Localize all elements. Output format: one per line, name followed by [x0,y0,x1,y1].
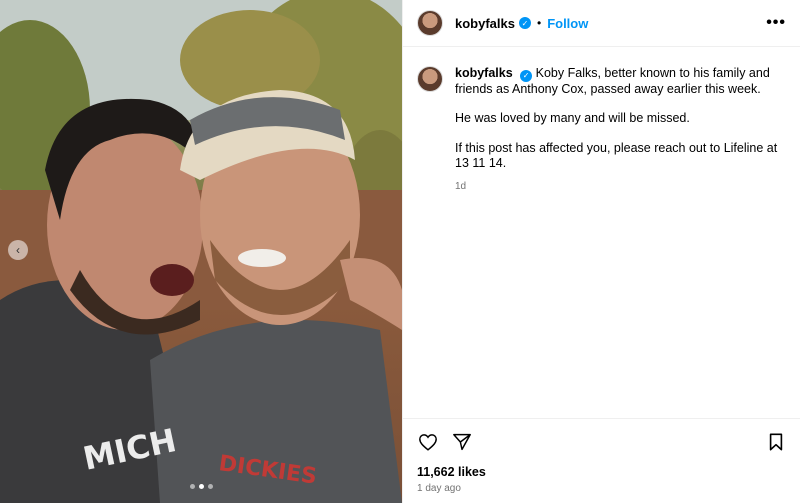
caption-text-3: If this post has affected you, please re… [455,140,778,171]
caption-timestamp: 1d [455,180,467,192]
carousel-prev-button[interactable]: ‹ [8,240,28,260]
bookmark-icon [769,433,783,451]
heart-icon [419,434,437,451]
caption-avatar[interactable] [417,66,443,92]
photo-illustration: MICH DICKIES [0,0,402,503]
header-username[interactable]: kobyfalks [455,16,515,31]
post-media[interactable]: MICH DICKIES ‹ [0,0,402,503]
more-options-icon[interactable]: ••• [766,14,786,32]
caption-text-2: He was loved by many and will be missed. [455,111,690,126]
carousel-dot-active [199,484,204,489]
post-actions: 11,662 likes 1 day ago [403,418,800,494]
header-separator: • [536,16,542,30]
caption-first-paragraph: kobyfalks ✓ Koby Falks, better known to … [455,66,784,97]
carousel-dots [190,484,213,489]
verified-badge-icon: ✓ [520,69,533,82]
follow-button[interactable]: Follow [547,16,588,31]
likes-count[interactable]: 11,662 likes [417,465,787,479]
share-button[interactable] [451,431,473,453]
post-timestamp: 1 day ago [417,483,461,494]
avatar[interactable] [417,10,443,36]
like-button[interactable] [417,431,439,453]
share-icon [453,433,471,451]
post-header: kobyfalks ✓ • Follow ••• [403,0,800,47]
carousel-dot [208,484,213,489]
carousel-dot [190,484,195,489]
caption-username[interactable]: kobyfalks [455,66,513,80]
post-panel: kobyfalks ✓ • Follow ••• kobyfalks ✓ Kob… [402,0,800,503]
caption: kobyfalks ✓ Koby Falks, better known to … [417,66,784,194]
verified-badge-icon: ✓ [518,17,531,29]
save-button[interactable] [765,431,787,453]
chevron-left-icon: ‹ [16,243,20,257]
